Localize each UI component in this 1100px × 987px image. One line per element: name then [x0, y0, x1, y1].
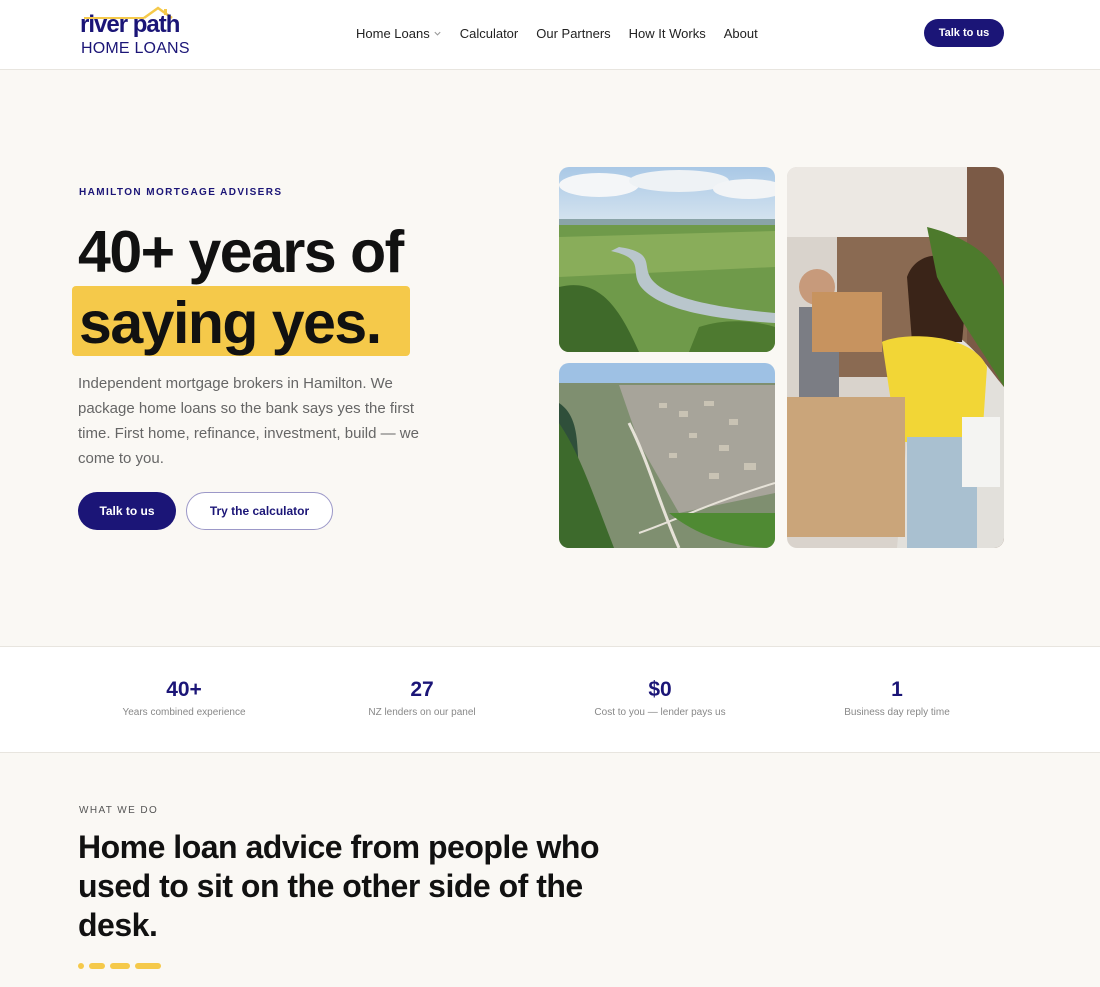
hero-lede: Independent mortgage brokers in Hamilton… [78, 375, 419, 467]
nav-home-loans-label: Home Loans [356, 25, 430, 41]
stat-label: NZ lenders on our panel [368, 707, 476, 718]
stat-item: $0 Cost to you — lender pays us [540, 677, 780, 718]
river-landscape-photo [559, 167, 775, 352]
logo-wordmark: river path [80, 11, 180, 38]
stat-item: 1 Business day reply time [777, 677, 1017, 718]
stat-value: 40+ [166, 678, 202, 701]
stats-band: 40+ Years combined experience 27 NZ lend… [0, 646, 1100, 753]
stat-value: $0 [648, 678, 672, 701]
hero-calculator-button[interactable]: Try the calculator [186, 492, 333, 530]
nav-about[interactable]: About [724, 22, 758, 44]
hero-title-line1: 40+ years of [78, 219, 404, 285]
dash [135, 963, 161, 969]
aerial-town-photo [559, 363, 775, 548]
hero-talk-button[interactable]: Talk to us [78, 492, 176, 530]
stat-label: Years combined experience [122, 707, 246, 718]
header-talk-button[interactable]: Talk to us [924, 19, 1004, 47]
couple-moving-photo [787, 167, 1004, 548]
stat-item: 27 NZ lenders on our panel [302, 677, 542, 718]
stat-label: Business day reply time [844, 707, 950, 718]
section-eyebrow: WHAT WE DO [79, 805, 159, 816]
stat-value: 27 [410, 678, 434, 701]
hero-title-line2: saying yes. [79, 290, 382, 356]
stat-label: Cost to you — lender pays us [594, 707, 726, 718]
main-nav: Home Loans Calculator Our Partners How I… [356, 22, 776, 44]
decorative-dashes [78, 963, 161, 969]
nav-calculator[interactable]: Calculator [460, 22, 519, 44]
brand-logo[interactable]: river path HOME LOANS [80, 4, 190, 60]
logo-subtitle: HOME LOANS [81, 40, 190, 57]
stat-value: 1 [891, 678, 903, 701]
nav-home-loans[interactable]: Home Loans [356, 22, 442, 44]
nav-how-it-works[interactable]: How It Works [629, 22, 706, 44]
site-header: river path HOME LOANS Home Loans Calcula… [0, 0, 1100, 70]
section-title: Home loan advice from people who used to… [78, 829, 599, 943]
dash [110, 963, 130, 969]
stat-item: 40+ Years combined experience [64, 677, 304, 718]
dash [78, 963, 84, 969]
chevron-down-icon [434, 31, 441, 36]
hero-eyebrow: HAMILTON MORTGAGE ADVISERS [79, 187, 283, 198]
nav-our-partners[interactable]: Our Partners [536, 22, 610, 44]
dash [89, 963, 105, 969]
